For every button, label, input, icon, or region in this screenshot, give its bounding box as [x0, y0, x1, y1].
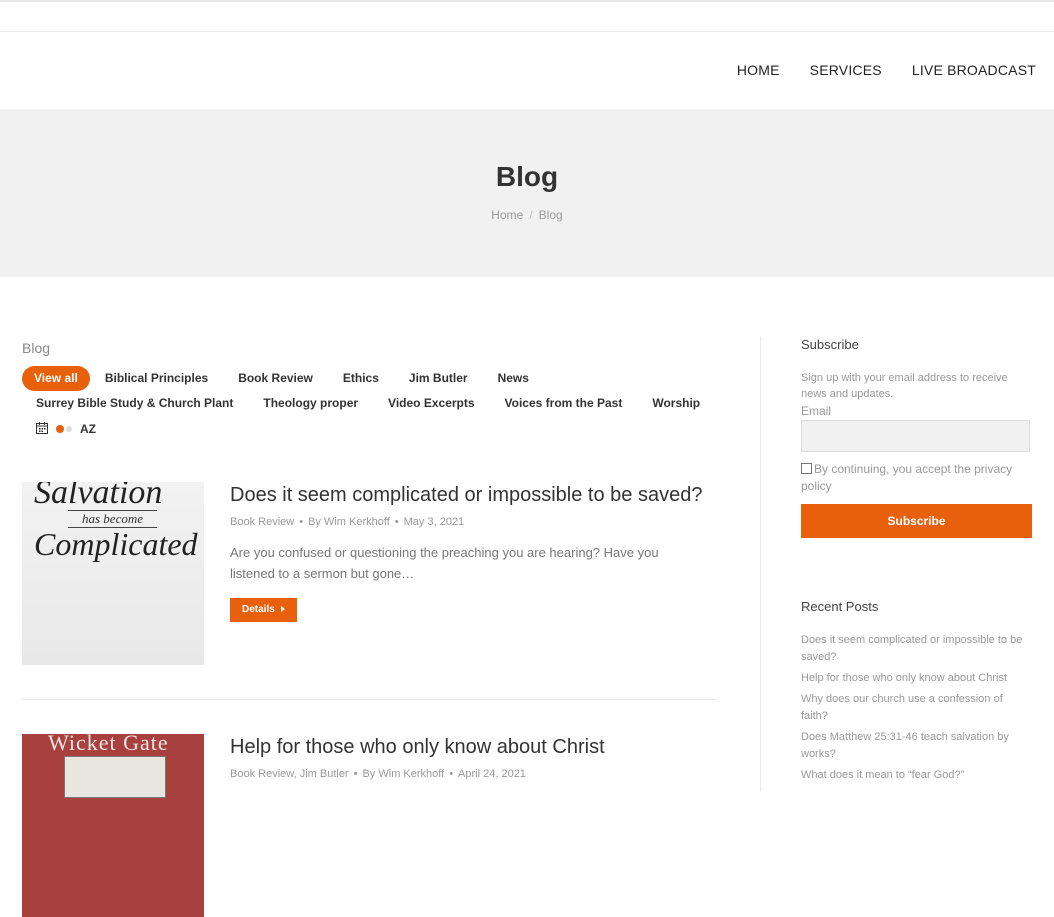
- post-divider: [22, 699, 716, 700]
- thumbnail-text: Wicket Gate: [48, 734, 169, 755]
- site-header: HOME SERVICES LIVE BROADCAST: [0, 32, 1054, 109]
- filter-voices-from-the-past[interactable]: Voices from the Past: [490, 391, 638, 416]
- post-thumbnail[interactable]: Salvation has become Complicated: [22, 482, 204, 665]
- recent-post-link[interactable]: Does Matthew 25:31-46 teach salvation by…: [801, 729, 1032, 763]
- blog-section-label: Blog: [22, 340, 51, 356]
- post-meta: Book Review, Jim Butler • By Wim Kerkhoff •…: [230, 768, 526, 780]
- post-title[interactable]: Does it seem complicated or impossible t…: [230, 484, 702, 507]
- filter-biblical-principles[interactable]: Biblical Principles: [90, 366, 223, 391]
- toggle-dot-active: [56, 425, 64, 433]
- thumbnail-illustration: [64, 756, 166, 798]
- meta-bullet: •: [449, 768, 454, 780]
- breadcrumb: Home / Blog: [0, 208, 1054, 222]
- post-thumbnail[interactable]: Wicket Gate: [22, 734, 204, 917]
- page-title: Blog: [495, 161, 559, 192]
- email-label: Email: [801, 404, 832, 418]
- recent-post-link[interactable]: What does it mean to “fear God?”: [801, 767, 1032, 784]
- chevron-right-icon: [280, 606, 285, 613]
- filter-ethics[interactable]: Ethics: [328, 366, 394, 391]
- filter-jim-butler[interactable]: Jim Butler: [394, 366, 483, 391]
- details-label: Details: [242, 604, 275, 615]
- sort-alphabetical[interactable]: AZ: [80, 422, 96, 436]
- post-date[interactable]: May 3, 2021: [404, 516, 465, 528]
- breadcrumb-separator: /: [529, 208, 533, 222]
- post-meta: Book Review • By Wim Kerkhoff • May 3, 2021: [230, 516, 464, 528]
- filter-worship[interactable]: Worship: [637, 391, 715, 416]
- filter-theology-proper[interactable]: Theology proper: [248, 391, 373, 416]
- post-categories[interactable]: Book Review: [230, 516, 294, 528]
- filter-news[interactable]: News: [483, 366, 544, 391]
- thumbnail-text: Salvation: [34, 482, 163, 511]
- meta-bullet: •: [353, 768, 358, 780]
- sidebar-divider: [760, 337, 761, 791]
- filter-row-1: View all Biblical Principles Book Review…: [22, 366, 722, 391]
- recent-post-link[interactable]: Does it seem complicated or impossible t…: [801, 632, 1032, 666]
- filter-surrey-bible-study[interactable]: Surrey Bible Study & Church Plant: [22, 391, 248, 416]
- page-title-bar: Blog Home / Blog: [0, 109, 1054, 277]
- sort-controls: AZ: [36, 416, 722, 442]
- main-nav: HOME SERVICES LIVE BROADCAST: [737, 62, 1036, 78]
- calendar-icon[interactable]: [36, 421, 48, 437]
- meta-bullet: •: [299, 516, 304, 528]
- nav-live-broadcast[interactable]: LIVE BROADCAST: [912, 62, 1036, 78]
- post-author[interactable]: By Wim Kerkhoff: [362, 768, 444, 780]
- nav-services[interactable]: SERVICES: [810, 62, 882, 78]
- filter-view-all[interactable]: View all: [22, 366, 90, 391]
- post-date[interactable]: April 24, 2021: [458, 768, 526, 780]
- recent-posts-title: Recent Posts: [801, 599, 879, 614]
- post-author[interactable]: By Wim Kerkhoff: [308, 516, 390, 528]
- post-title[interactable]: Help for those who only know about Chris…: [230, 736, 605, 759]
- post-categories[interactable]: Book Review, Jim Butler: [230, 768, 349, 780]
- consent-checkbox[interactable]: [801, 463, 812, 474]
- post-excerpt: Are you confused or questioning the prea…: [230, 545, 659, 581]
- filter-book-review[interactable]: Book Review: [223, 366, 328, 391]
- thumbnail-text: Complicated: [34, 526, 198, 562]
- category-filters: View all Biblical Principles Book Review…: [22, 366, 722, 442]
- subscribe-description: Sign up with your email address to recei…: [801, 372, 1008, 400]
- meta-bullet: •: [394, 516, 399, 528]
- subscribe-title: Subscribe: [801, 337, 859, 352]
- filter-row-2: Surrey Bible Study & Church Plant Theolo…: [22, 391, 722, 416]
- toggle-dot-inactive: [66, 426, 72, 432]
- details-button[interactable]: Details: [230, 598, 297, 622]
- consent-label: By continuing, you accept the privacy po…: [801, 462, 1013, 493]
- breadcrumb-current: Blog: [538, 208, 563, 222]
- subscribe-button[interactable]: Subscribe: [801, 504, 1032, 538]
- privacy-consent: By continuing, you accept the privacy po…: [801, 461, 1032, 495]
- filter-video-excerpts[interactable]: Video Excerpts: [373, 391, 489, 416]
- top-strip: [0, 0, 1054, 32]
- sort-toggle[interactable]: [56, 425, 72, 433]
- recent-posts-list: Does it seem complicated or impossible t…: [801, 632, 1032, 788]
- breadcrumb-home[interactable]: Home: [491, 208, 523, 222]
- email-field[interactable]: [801, 420, 1030, 452]
- recent-post-link[interactable]: Why does our church use a confession of …: [801, 691, 1032, 725]
- nav-home[interactable]: HOME: [737, 62, 780, 78]
- recent-post-link[interactable]: Help for those who only know about Chris…: [801, 670, 1032, 687]
